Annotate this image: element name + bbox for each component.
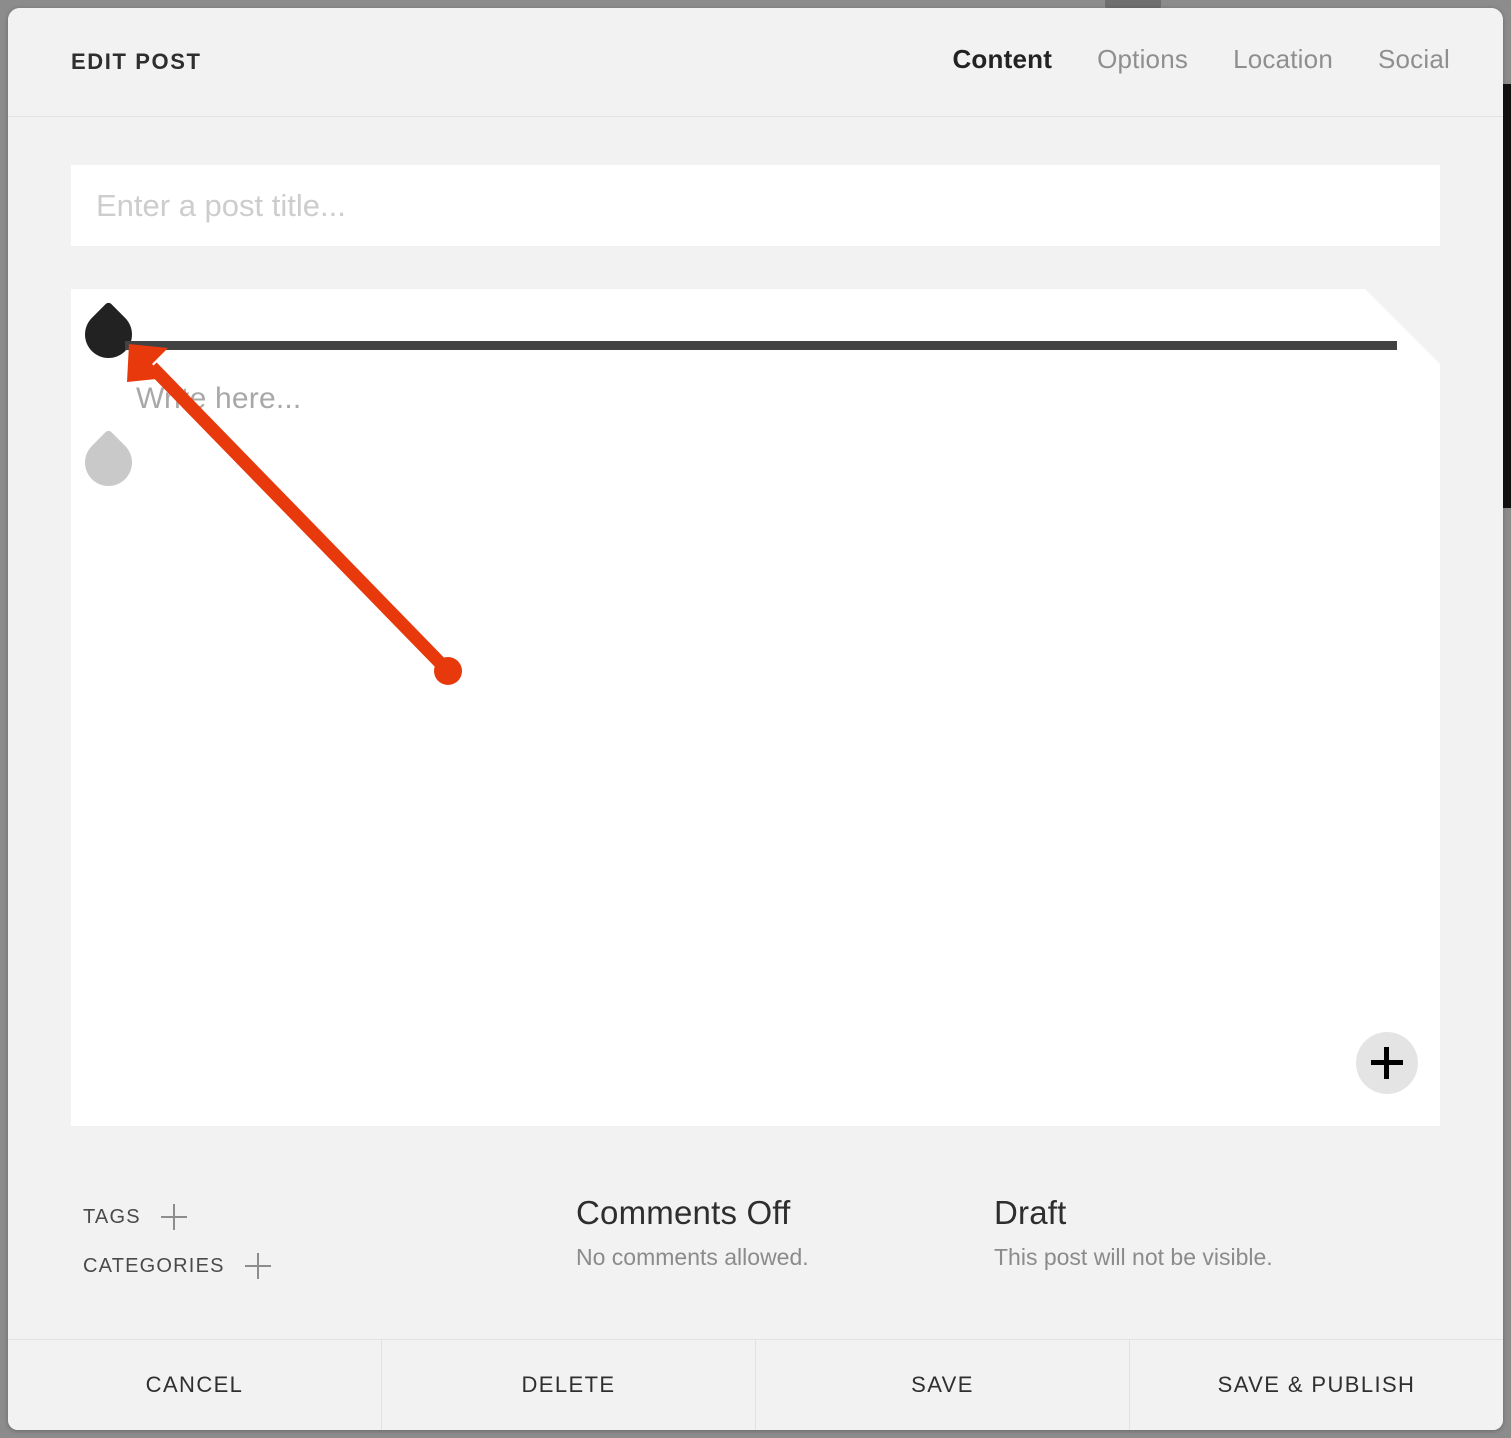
post-meta-row: TAGS CATEGORIES Comments Off No comments…: [8, 1168, 1503, 1328]
tab-options[interactable]: Options: [1097, 44, 1188, 75]
pin-marker-active[interactable]: [75, 301, 142, 368]
horizontal-rule-block[interactable]: [125, 341, 1397, 350]
comments-status[interactable]: Comments Off No comments allowed.: [576, 1194, 809, 1271]
comments-status-title: Comments Off: [576, 1194, 791, 1231]
tab-social[interactable]: Social: [1378, 44, 1450, 75]
edit-post-modal: EDIT POST Content Options Location Socia…: [8, 8, 1503, 1430]
post-title-field-wrapper: [71, 165, 1440, 246]
tags-add-control[interactable]: TAGS: [83, 1204, 187, 1230]
categories-add-control[interactable]: CATEGORIES: [83, 1253, 271, 1279]
tab-content[interactable]: Content: [952, 44, 1052, 75]
tab-location[interactable]: Location: [1233, 44, 1333, 75]
cancel-button[interactable]: CANCEL: [8, 1340, 381, 1430]
publish-status-title: Draft: [994, 1194, 1067, 1231]
save-button[interactable]: SAVE: [755, 1340, 1129, 1430]
tags-plus-icon[interactable]: [160, 1204, 187, 1230]
publish-status[interactable]: Draft This post will not be visible.: [994, 1194, 1273, 1271]
add-block-button[interactable]: [1356, 1032, 1418, 1094]
tags-label: TAGS: [83, 1205, 141, 1228]
modal-header: EDIT POST Content Options Location Socia…: [8, 8, 1503, 117]
tab-bar: Content Options Location Social: [952, 44, 1450, 75]
publish-status-subtitle: This post will not be visible.: [994, 1244, 1273, 1270]
editor-placeholder-text: Write here...: [136, 382, 302, 415]
comments-status-subtitle: No comments allowed.: [576, 1244, 809, 1270]
save-and-publish-button[interactable]: SAVE & PUBLISH: [1129, 1340, 1503, 1430]
modal-footer: CANCEL DELETE SAVE SAVE & PUBLISH: [8, 1339, 1503, 1430]
page-title: EDIT POST: [71, 49, 202, 74]
post-title-input[interactable]: [71, 165, 1440, 246]
post-content-editor[interactable]: Write here...: [71, 289, 1440, 1126]
delete-button[interactable]: DELETE: [381, 1340, 755, 1430]
arrow-up-right-icon[interactable]: [1402, 310, 1436, 344]
pin-marker-idle[interactable]: [75, 429, 142, 496]
categories-label: CATEGORIES: [83, 1254, 225, 1277]
categories-plus-icon[interactable]: [244, 1253, 271, 1279]
